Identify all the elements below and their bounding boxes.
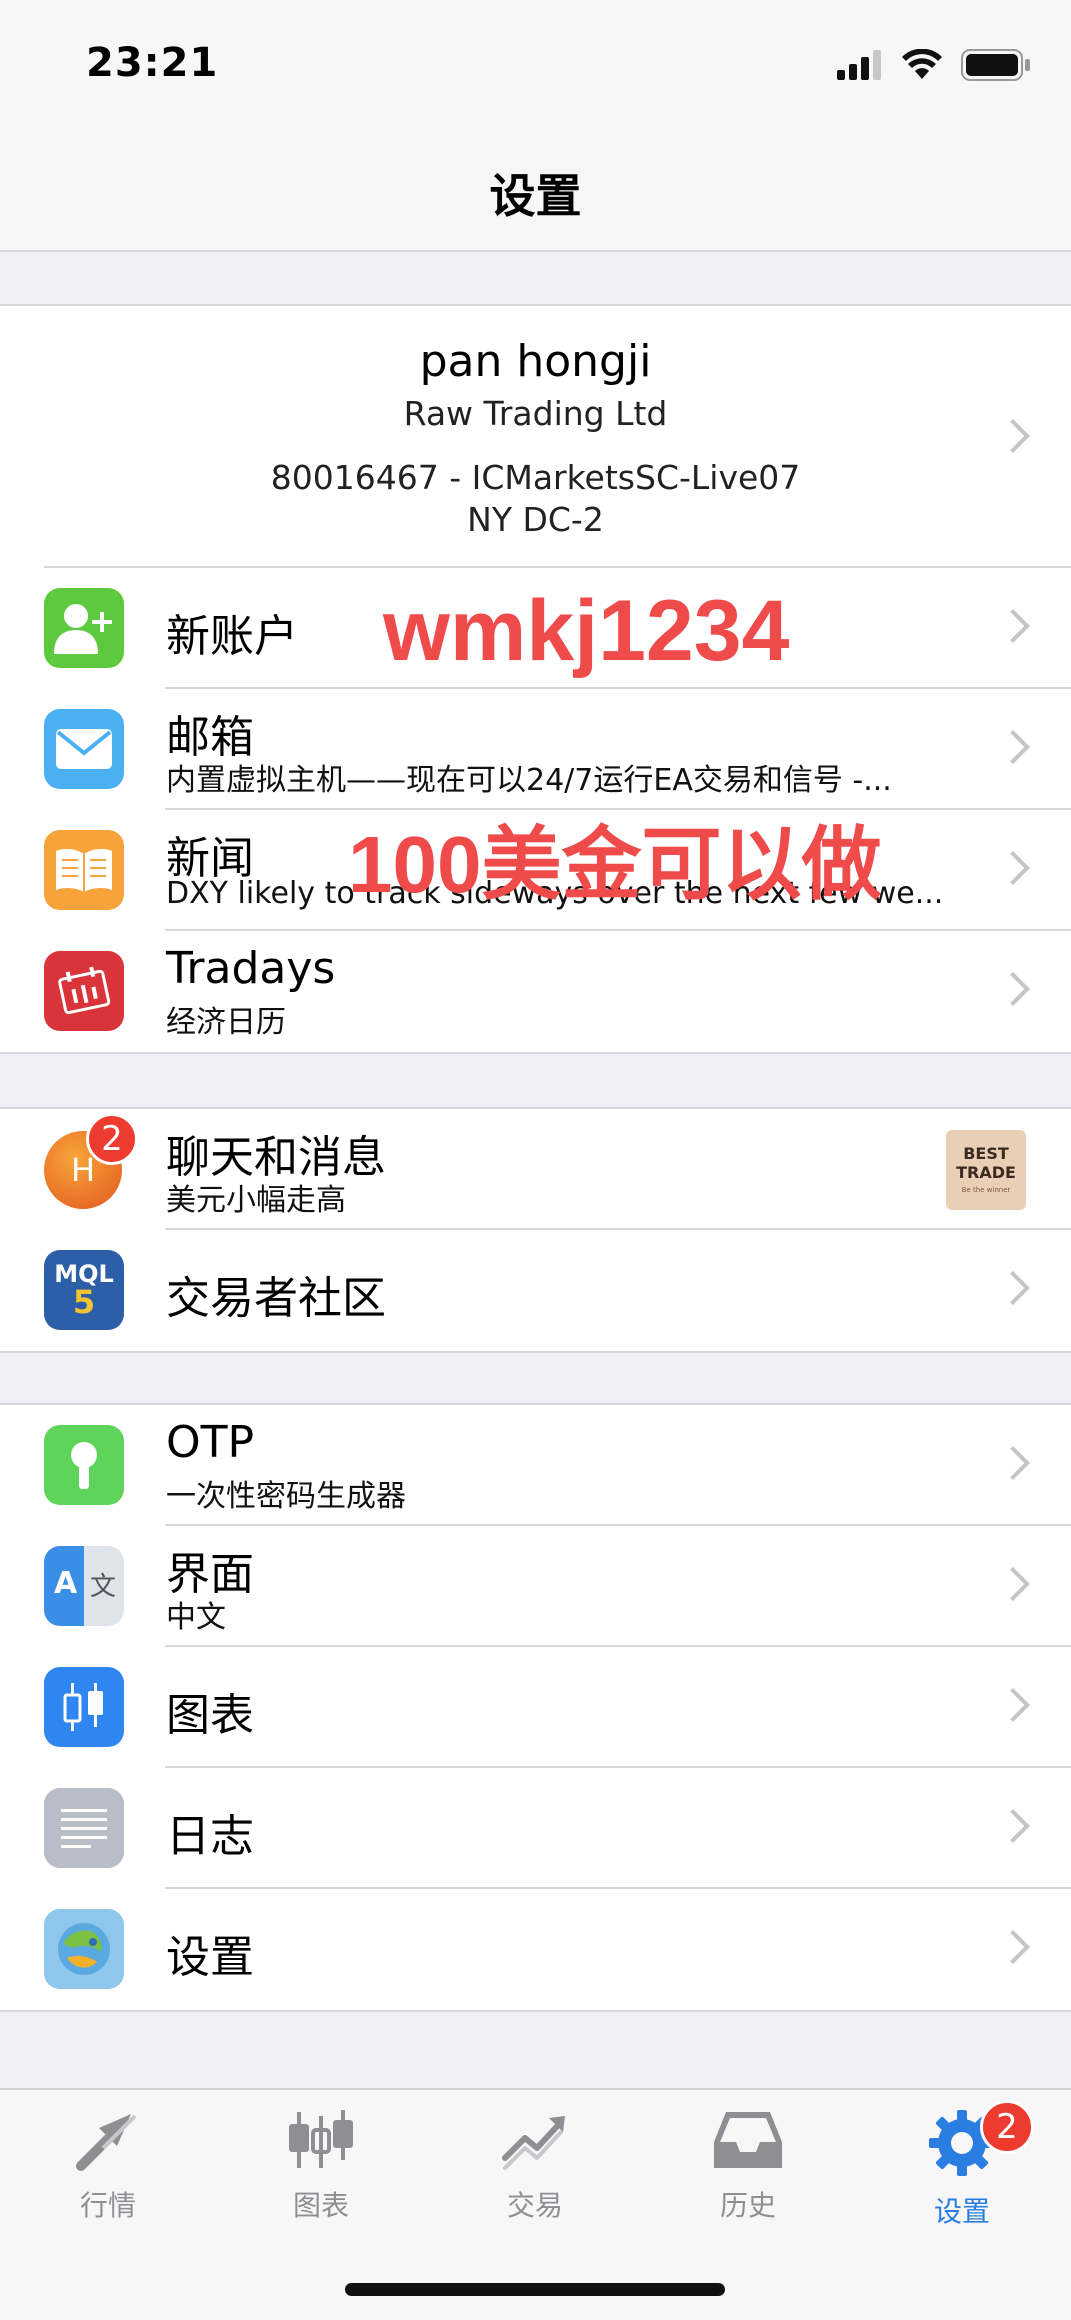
chevron-right-icon xyxy=(996,1688,1030,1722)
tab-charts[interactable]: 图表 xyxy=(241,2108,401,2224)
tab-history[interactable]: 历史 xyxy=(668,2108,828,2224)
language-icon: A 文 xyxy=(44,1546,124,1626)
language-icon-wen: 文 xyxy=(90,1572,117,1602)
row-title: 日志 xyxy=(166,1811,254,1862)
candlestick-icon xyxy=(289,2110,353,2168)
chevron-right-icon xyxy=(996,1271,1030,1305)
language-icon-a: A xyxy=(54,1566,78,1601)
status-bar: 23:21 xyxy=(0,0,1071,130)
row-subtitle: 经济日历 xyxy=(166,1005,286,1040)
calendar-icon xyxy=(44,951,124,1031)
chevron-right-icon xyxy=(996,1809,1030,1843)
keyhole-icon xyxy=(44,1425,124,1505)
tab-quotes[interactable]: 行情 xyxy=(28,2108,188,2224)
row-mailbox[interactable]: 邮箱 内置虚拟主机——现在可以24/7运行EA交易和信号 -... xyxy=(0,689,1071,810)
row-otp[interactable]: OTP 一次性密码生成器 xyxy=(0,1405,1071,1526)
chevron-right-icon xyxy=(996,1567,1030,1601)
watermark-text: 100美金可以做 xyxy=(348,820,882,909)
account-login: 80016467 - ICMarketsSC-Live07 xyxy=(270,458,801,497)
page-title: 设置 xyxy=(489,169,582,223)
tools-group: OTP 一次性密码生成器 A 文 界面 中文 图表 日志 设置 xyxy=(0,1403,1071,2012)
cellular-signal-icon xyxy=(837,50,881,80)
book-icon xyxy=(44,830,124,910)
chevron-right-icon xyxy=(996,851,1030,885)
mql5-icon: MQL 5 xyxy=(44,1250,124,1330)
candlestick-icon xyxy=(44,1667,124,1747)
thumb-line-tagline: Be the winner xyxy=(961,1186,1011,1194)
row-chat[interactable]: H 2 聊天和消息 美元小幅走高 BEST TRADE Be the winne… xyxy=(0,1109,1071,1230)
chevron-right-icon xyxy=(996,609,1030,643)
watermark-text: wmkj1234 xyxy=(383,583,790,679)
row-title: 图表 xyxy=(166,1690,254,1741)
trade-trend-icon xyxy=(502,2116,565,2170)
row-charts[interactable]: 图表 xyxy=(0,1647,1071,1768)
chevron-right-icon xyxy=(996,1930,1030,1964)
account-card[interactable]: pan hongji Raw Trading Ltd 80016467 - IC… xyxy=(0,306,1071,568)
nav-bar: 设置 xyxy=(0,130,1071,252)
add-user-icon xyxy=(44,588,124,668)
row-title: 设置 xyxy=(166,1932,254,1983)
notification-badge: 2 xyxy=(86,1113,138,1165)
chevron-right-icon xyxy=(996,730,1030,764)
row-interface[interactable]: A 文 界面 中文 xyxy=(0,1526,1071,1647)
row-tradays[interactable]: Tradays 经济日历 xyxy=(0,931,1071,1052)
account-name: pan hongji xyxy=(419,336,652,387)
tab-label: 历史 xyxy=(719,2189,776,2222)
chevron-right-icon xyxy=(996,1446,1030,1480)
notification-badge: 2 xyxy=(980,2100,1034,2154)
row-subtitle: 内置虚拟主机——现在可以24/7运行EA交易和信号 -... xyxy=(166,763,892,798)
account-company: Raw Trading Ltd xyxy=(403,394,668,433)
row-community[interactable]: MQL 5 交易者社区 xyxy=(0,1230,1071,1351)
avatar-letter: H xyxy=(70,1151,96,1189)
tab-trade[interactable]: 交易 xyxy=(455,2108,615,2224)
status-icons xyxy=(837,48,1031,82)
row-subtitle: 一次性密码生成器 xyxy=(166,1479,406,1514)
row-subtitle: 美元小幅走高 xyxy=(166,1183,346,1218)
social-group: H 2 聊天和消息 美元小幅走高 BEST TRADE Be the winne… xyxy=(0,1107,1071,1353)
quotes-arrows-icon xyxy=(76,2114,137,2171)
row-subtitle: 中文 xyxy=(166,1600,226,1635)
status-time: 23:21 xyxy=(86,40,219,86)
chevron-right-icon xyxy=(996,972,1030,1006)
inbox-tray-icon xyxy=(714,2112,782,2168)
journal-lines-icon xyxy=(44,1788,124,1868)
row-title: OTP xyxy=(166,1417,255,1468)
mql5-icon-number: 5 xyxy=(72,1283,96,1321)
row-title: 交易者社区 xyxy=(166,1273,386,1324)
mail-icon xyxy=(44,709,124,789)
chat-thumbnail: BEST TRADE Be the winner xyxy=(946,1130,1026,1210)
row-settings[interactable]: 设置 xyxy=(0,1889,1071,2010)
wifi-icon xyxy=(902,49,942,79)
row-title: Tradays xyxy=(166,943,336,994)
home-indicator[interactable] xyxy=(345,2283,725,2296)
metatrader-icon xyxy=(44,1909,124,1989)
tab-label: 行情 xyxy=(79,2189,136,2222)
tab-label: 设置 xyxy=(933,2195,990,2228)
battery-icon xyxy=(961,49,1030,81)
thumb-line-best: BEST xyxy=(963,1144,1009,1163)
thumb-line-trade: TRADE xyxy=(956,1163,1016,1182)
tab-label: 图表 xyxy=(292,2189,349,2222)
row-journal[interactable]: 日志 xyxy=(0,1768,1071,1889)
tab-label: 交易 xyxy=(506,2189,563,2222)
row-title: 新账户 xyxy=(166,611,298,662)
account-server: NY DC-2 xyxy=(467,500,604,539)
